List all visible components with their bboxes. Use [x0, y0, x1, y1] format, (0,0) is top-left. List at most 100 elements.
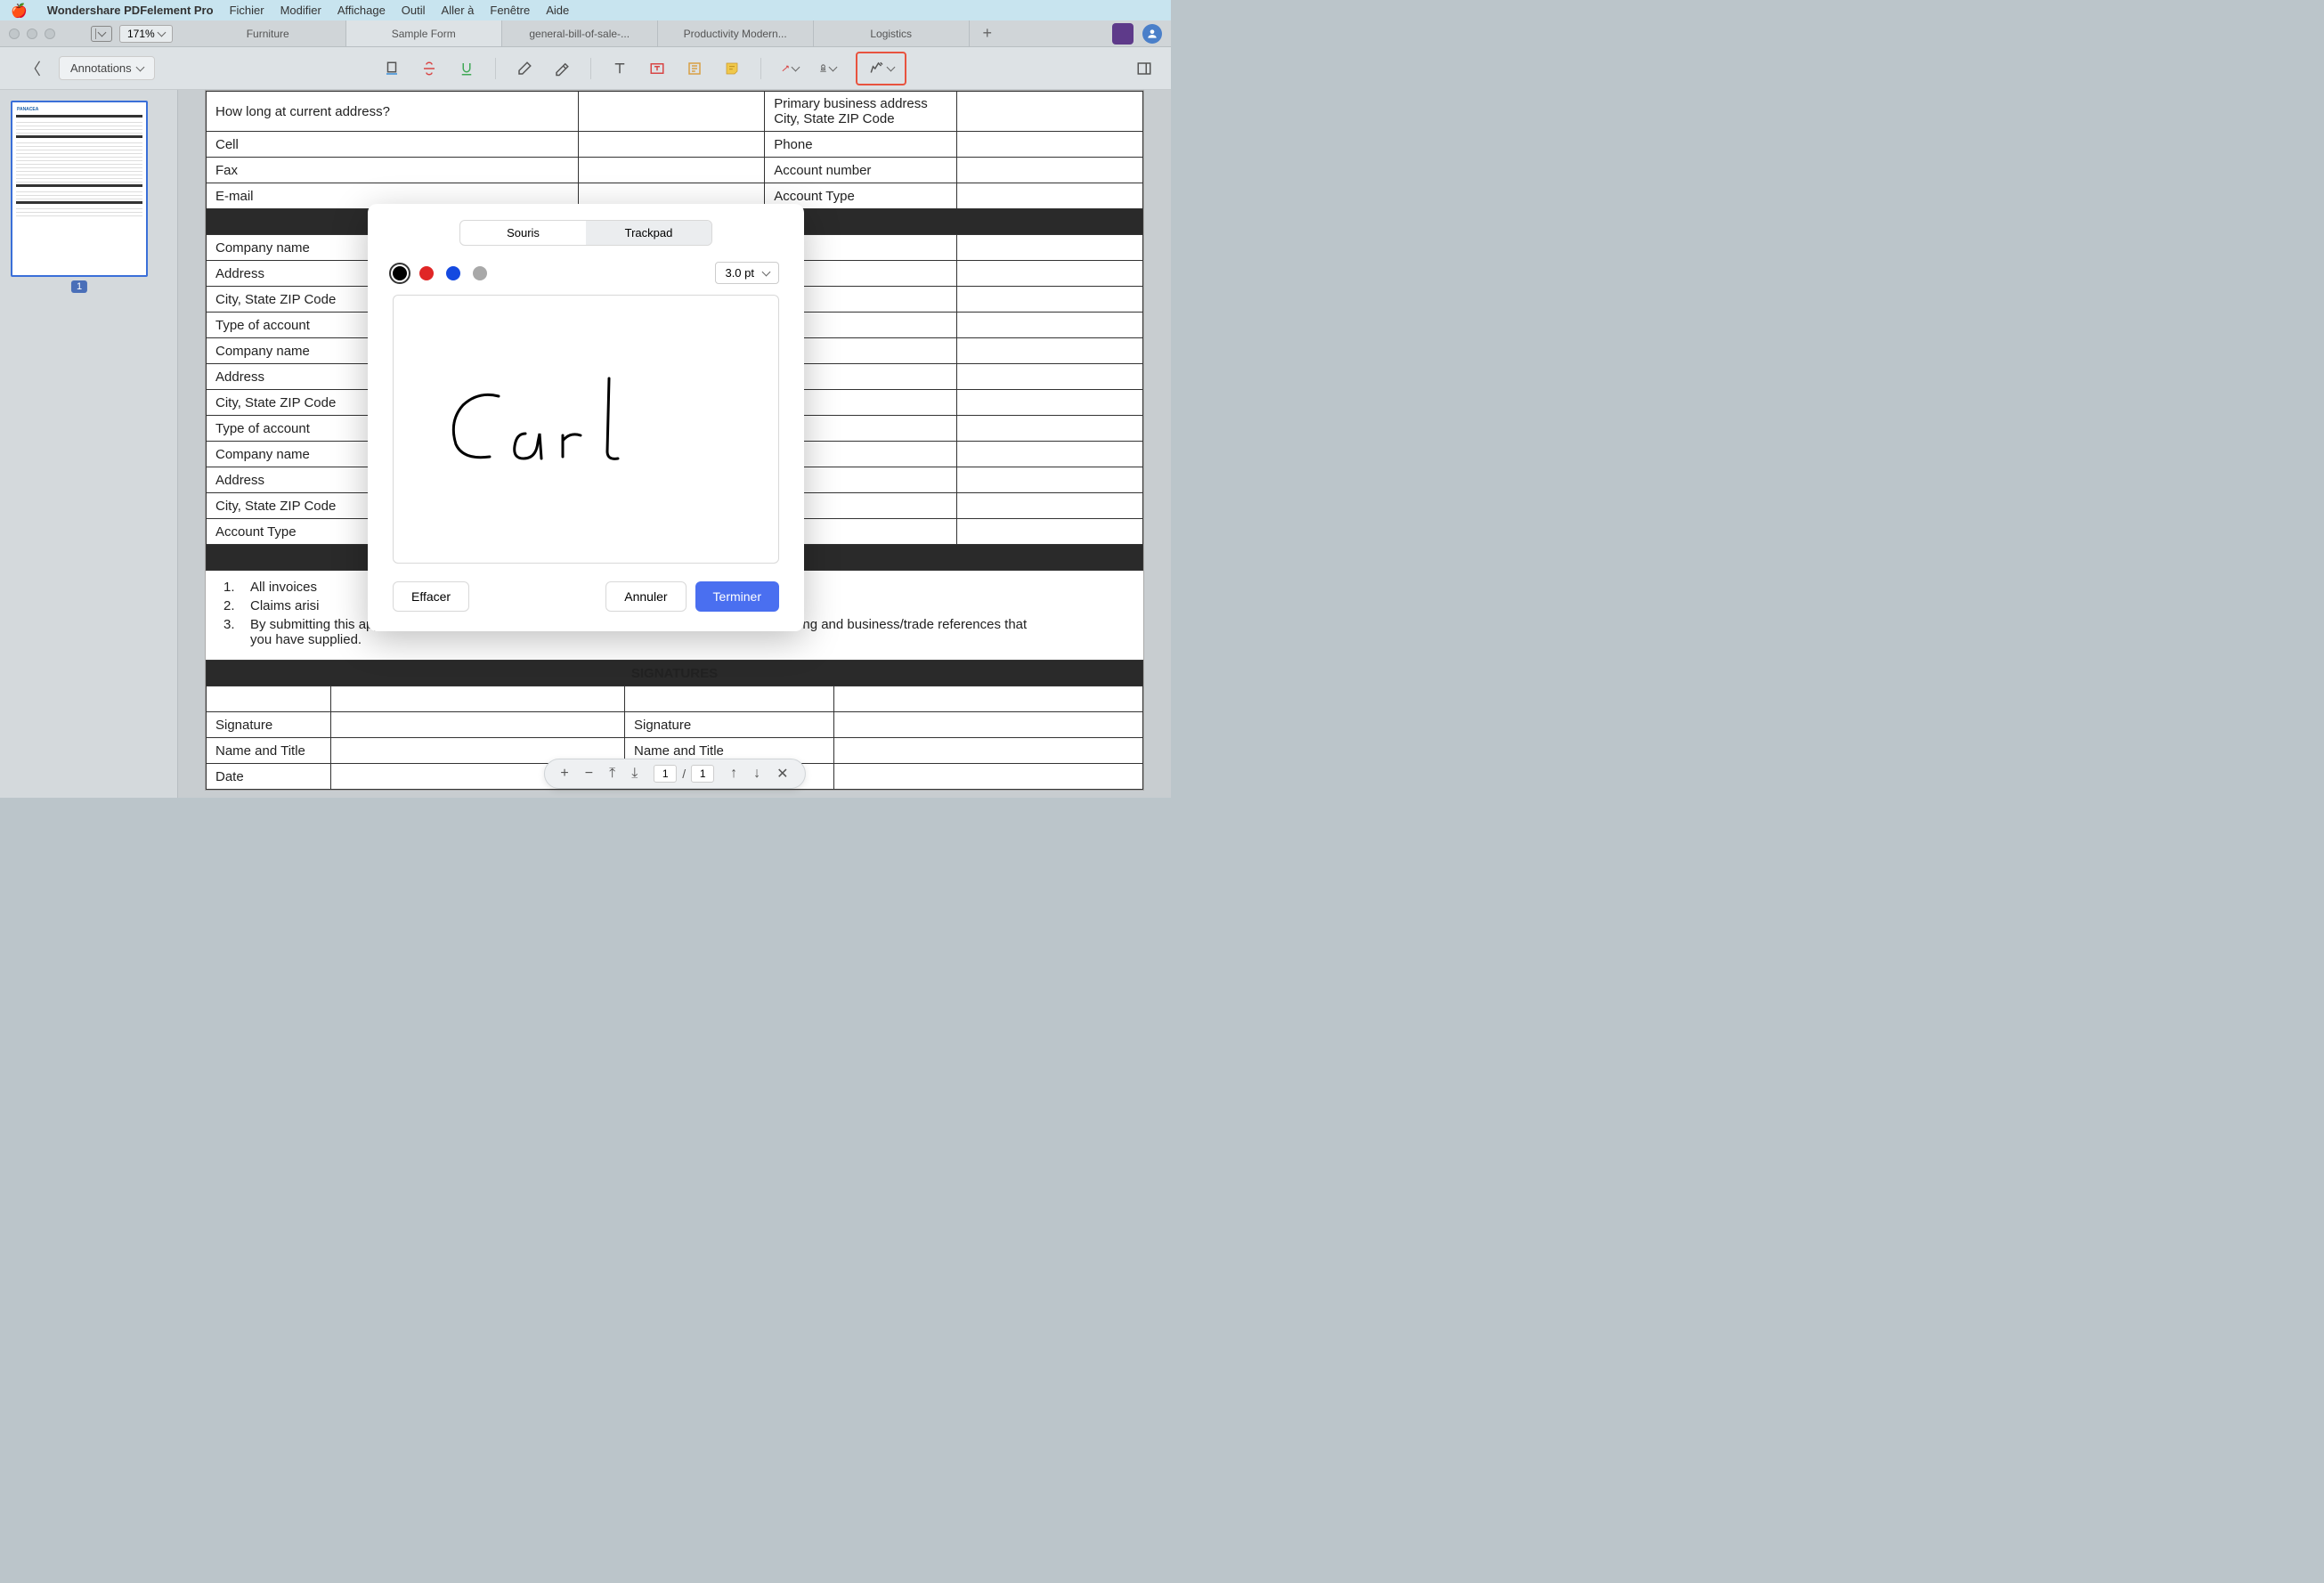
field-label: Signature	[207, 712, 331, 738]
color-blue[interactable]	[446, 266, 460, 280]
tab-bill-of-sale[interactable]: general-bill-of-sale-...	[502, 20, 658, 46]
first-page-button[interactable]: ⤒	[609, 766, 615, 782]
close-window-button[interactable]	[9, 28, 20, 39]
field-value[interactable]	[957, 183, 1143, 209]
segment-mouse[interactable]: Souris	[460, 221, 586, 245]
field-value[interactable]	[957, 519, 1143, 545]
last-page-button[interactable]: ⤓	[631, 766, 638, 782]
tab-sample-form[interactable]: Sample Form	[346, 20, 502, 46]
panel-toggle-icon[interactable]	[1135, 60, 1153, 77]
field-value[interactable]	[957, 313, 1143, 338]
thickness-value: 3.0 pt	[725, 266, 754, 280]
menu-aide[interactable]: Aide	[546, 4, 569, 17]
field-value[interactable]	[957, 132, 1143, 158]
field-value[interactable]	[957, 235, 1143, 261]
field-value[interactable]	[957, 158, 1143, 183]
correction-tool-icon[interactable]	[553, 60, 571, 77]
toolbar-divider	[760, 58, 761, 79]
annotations-dropdown[interactable]: Annotations	[59, 56, 155, 80]
zoom-selector[interactable]: 171%	[119, 25, 173, 43]
field-value[interactable]	[834, 712, 1143, 738]
color-red[interactable]	[419, 266, 434, 280]
annotation-toolbar: 〈 Annotations	[0, 47, 1171, 90]
traffic-lights	[9, 28, 55, 39]
eraser-tool-icon[interactable]	[516, 60, 533, 77]
menu-modifier[interactable]: Modifier	[280, 4, 321, 17]
stamp-tool-icon[interactable]	[818, 60, 836, 77]
term-number: 2.	[223, 598, 236, 613]
current-page-input[interactable]	[654, 765, 677, 783]
signature-dialog: Souris Trackpad 3.0 pt Effacer Annuler T…	[368, 204, 804, 631]
menu-affichage[interactable]: Affichage	[337, 4, 386, 17]
field-label: Primary business address City, State ZIP…	[765, 92, 957, 132]
text-tool-icon[interactable]	[611, 60, 629, 77]
thumbnail-sidebar: PANACEA 1	[0, 90, 178, 798]
note-tool-icon[interactable]	[686, 60, 703, 77]
field-value[interactable]	[834, 764, 1143, 790]
sticky-note-tool-icon[interactable]	[723, 60, 741, 77]
textbox-tool-icon[interactable]	[648, 60, 666, 77]
done-button[interactable]: Terminer	[695, 581, 779, 612]
next-page-button[interactable]: ↓	[753, 766, 760, 782]
signatures-header: SIGNATURES	[207, 661, 1143, 686]
field-value[interactable]	[957, 442, 1143, 467]
field-label: Fax	[207, 158, 579, 183]
dialog-actions: Effacer Annuler Terminer	[393, 581, 779, 612]
field-value[interactable]	[957, 287, 1143, 313]
field-value[interactable]	[957, 261, 1143, 287]
app-name[interactable]: Wondershare PDFelement Pro	[47, 4, 214, 17]
apple-icon[interactable]: 🍎	[11, 3, 28, 19]
clear-button[interactable]: Effacer	[393, 581, 469, 612]
signature-tool-icon[interactable]	[856, 52, 906, 85]
thumb-page-number: 1	[71, 280, 87, 293]
tab-furniture[interactable]: Furniture	[191, 20, 346, 46]
sidebar-toggle-button[interactable]	[91, 26, 112, 42]
field-value[interactable]	[579, 92, 765, 132]
field-value[interactable]	[579, 132, 765, 158]
arrow-tool-icon[interactable]	[781, 60, 799, 77]
field-value[interactable]	[957, 416, 1143, 442]
field-value[interactable]	[957, 338, 1143, 364]
zoom-out-button[interactable]: −	[585, 766, 593, 782]
page-thumbnail[interactable]: PANACEA 1	[11, 101, 148, 277]
color-gray[interactable]	[473, 266, 487, 280]
tab-logistics[interactable]: Logistics	[814, 20, 970, 46]
field-value[interactable]	[834, 738, 1143, 764]
field-value[interactable]	[957, 390, 1143, 416]
window-chrome: 171% Furniture Sample Form general-bill-…	[0, 20, 1171, 47]
thickness-selector[interactable]: 3.0 pt	[715, 262, 779, 284]
signature-canvas[interactable]	[393, 295, 779, 564]
field-label: Cell	[207, 132, 579, 158]
field-value[interactable]	[579, 158, 765, 183]
prev-page-button[interactable]: ↑	[730, 766, 737, 782]
menu-aller-a[interactable]: Aller à	[442, 4, 475, 17]
minimize-window-button[interactable]	[27, 28, 37, 39]
highlight-tool-icon[interactable]	[383, 60, 401, 77]
add-tab-button[interactable]: +	[970, 20, 1005, 46]
field-value[interactable]	[957, 493, 1143, 519]
color-black[interactable]	[393, 266, 407, 280]
input-method-segment: Souris Trackpad	[459, 220, 712, 246]
field-value[interactable]	[957, 92, 1143, 132]
field-value[interactable]	[331, 712, 625, 738]
underline-tool-icon[interactable]	[458, 60, 475, 77]
tab-productivity[interactable]: Productivity Modern...	[658, 20, 814, 46]
app-badge-icon[interactable]	[1112, 23, 1134, 45]
strikethrough-tool-icon[interactable]	[420, 60, 438, 77]
segment-trackpad[interactable]: Trackpad	[586, 221, 711, 245]
menu-fichier[interactable]: Fichier	[230, 4, 264, 17]
close-nav-button[interactable]: ✕	[776, 765, 788, 783]
user-account-icon[interactable]	[1142, 24, 1162, 44]
macos-menubar: 🍎 Wondershare PDFelement Pro Fichier Mod…	[0, 0, 1171, 20]
term-text: Claims arisi	[250, 598, 320, 613]
field-value[interactable]	[957, 364, 1143, 390]
term-number: 3.	[223, 617, 236, 647]
maximize-window-button[interactable]	[45, 28, 55, 39]
total-pages	[691, 765, 714, 783]
cancel-button[interactable]: Annuler	[605, 581, 686, 612]
field-value[interactable]	[957, 467, 1143, 493]
back-button[interactable]: 〈	[18, 53, 48, 84]
menu-outil[interactable]: Outil	[402, 4, 426, 17]
zoom-in-button[interactable]: +	[560, 766, 568, 782]
menu-fenetre[interactable]: Fenêtre	[490, 4, 530, 17]
